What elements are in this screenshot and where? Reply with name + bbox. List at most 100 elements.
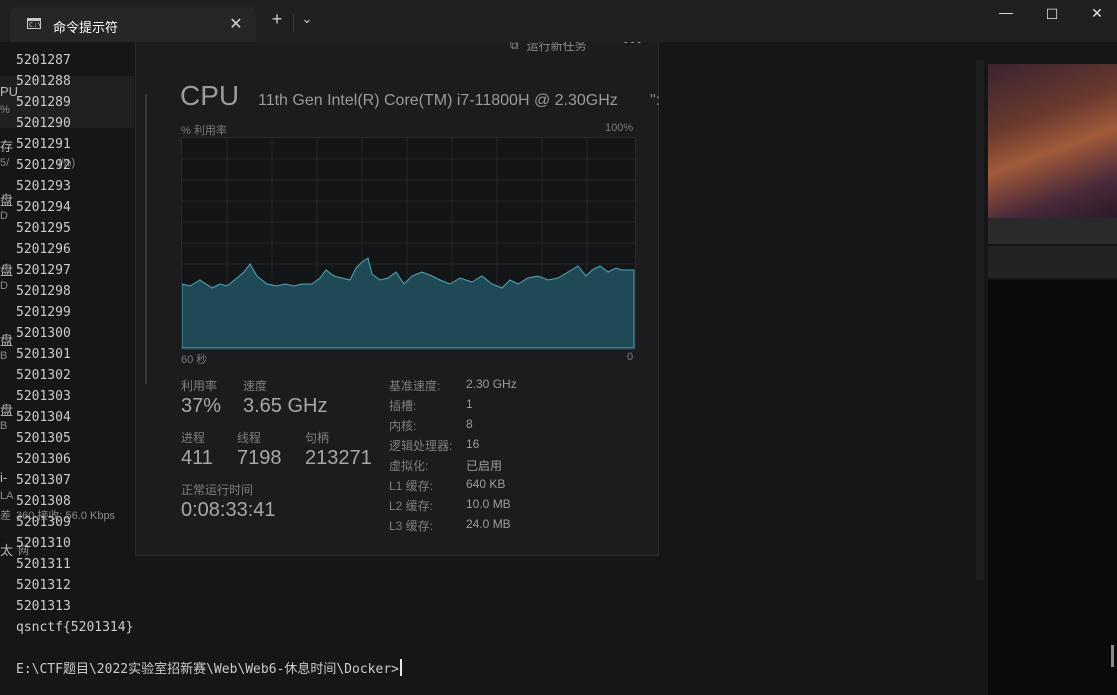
graph-x-left: 60 秒 <box>181 354 208 366</box>
task-manager-divider <box>145 94 147 384</box>
spec-key: 虚拟化: <box>389 459 429 473</box>
terminal-line: 5201310 <box>16 536 71 551</box>
spec-value: 24.0 MB <box>466 517 511 531</box>
spec-key: 逻辑处理器: <box>389 439 453 453</box>
tab-separator <box>293 14 294 32</box>
terminal-line: 5201298 <box>16 284 71 299</box>
terminal-line: 5201301 <box>16 347 71 362</box>
terminal-line: 5201287 <box>16 53 71 68</box>
tab-title: 命令提示符 <box>53 20 119 35</box>
sidebar-fragment: LA <box>0 490 14 502</box>
background-partial-text: ": <box>650 92 661 109</box>
spec-key: L2 缓存: <box>389 499 434 513</box>
terminal-line: 5201306 <box>16 452 71 467</box>
maximize-button[interactable]: ☐ <box>1032 6 1072 23</box>
thread-label: 线程 <box>237 431 262 445</box>
terminal-prompt-line[interactable]: E:\CTF题目\2022实验室招新赛\Web\Web6-休息时间\Docker… <box>16 659 402 680</box>
scrollbar-thumb[interactable] <box>1111 645 1114 667</box>
terminal-line: 5201312 <box>16 578 71 593</box>
spec-value: 10.0 MB <box>466 497 511 511</box>
terminal-line: 5201289 <box>16 95 71 110</box>
background-panel <box>988 218 1117 244</box>
uptime-label: 正常运行时间 <box>181 483 254 497</box>
terminal-line: 5201308 <box>16 494 71 509</box>
sidebar-fragment: 盘 <box>0 263 14 278</box>
spec-key: L1 缓存: <box>389 479 434 493</box>
cmd-icon: C:\ <box>27 18 42 29</box>
spec-key: 插槽: <box>389 399 417 413</box>
sidebar-fragment: D <box>0 210 8 222</box>
spec-value: 1 <box>466 397 473 411</box>
spec-value: 2.30 GHz <box>466 377 517 391</box>
speed-value: 3.65 GHz <box>243 395 328 417</box>
thread-value: 7198 <box>237 447 282 469</box>
sidebar-fragment: i- <box>0 470 8 485</box>
handle-value: 213271 <box>305 447 372 469</box>
terminal-line: 5201291 <box>16 137 71 152</box>
background-image <box>988 64 1117 218</box>
terminal-line: 5201295 <box>16 221 71 236</box>
uptime-value: 0:08:33:41 <box>181 499 276 521</box>
terminal-line: 5201300 <box>16 326 71 341</box>
cpu-title: CPU <box>180 80 240 111</box>
sidebar-fragment: 太 <box>0 543 14 558</box>
terminal-line: 5201288 <box>16 74 71 89</box>
spec-value: 已启用 <box>466 459 503 473</box>
terminal-line: 5201299 <box>16 305 71 320</box>
sidebar-fragment: D <box>0 280 8 292</box>
background-panel <box>988 280 1117 695</box>
graph-x-right: 0 <box>627 351 634 363</box>
cpu-utilization-graph <box>181 137 636 350</box>
graph-ylabel: % 利用率 <box>181 125 227 137</box>
terminal-line: 5201297 <box>16 263 71 278</box>
sidebar-fragment: B <box>0 420 8 432</box>
proc-value: 411 <box>181 447 213 469</box>
spec-value: 640 KB <box>466 477 506 491</box>
sidebar-fragment: 存 <box>0 139 14 154</box>
terminal-line: 5201304 <box>16 410 71 425</box>
sidebar-fragment: 盘 <box>0 193 14 208</box>
terminal-line: qsnctf{5201314} <box>16 620 134 635</box>
proc-label: 进程 <box>181 431 206 445</box>
terminal-tab-bar: C:\ 命令提示符 ✕ + ⌄ — ☐ ✕ <box>0 0 1117 42</box>
terminal-line: 5201290 <box>16 116 71 131</box>
terminal-line: 5201309 <box>16 515 71 530</box>
chevron-down-icon[interactable]: ⌄ <box>298 11 316 27</box>
graph-ymax: 100% <box>605 122 634 134</box>
terminal-line: 5201303 <box>16 389 71 404</box>
new-tab-button[interactable]: + <box>266 9 288 30</box>
sidebar-fragment: 5/ <box>0 157 10 169</box>
background-panel <box>988 246 1117 278</box>
terminal-line: 5201313 <box>16 599 71 614</box>
spec-key: 内核: <box>389 419 417 433</box>
sidebar-fragment: 盘 <box>0 403 14 418</box>
close-window-button[interactable]: ✕ <box>1077 5 1117 22</box>
terminal-prompt: E:\CTF题目\2022实验室招新赛\Web\Web6-休息时间\Docker… <box>16 662 399 677</box>
sidebar-fragment: 差 <box>0 510 11 522</box>
sidebar-fragment: 盘 <box>0 333 14 348</box>
terminal-line: 5201296 <box>16 242 71 257</box>
terminal-line: 5201293 <box>16 179 71 194</box>
speed-label: 速度 <box>243 379 268 393</box>
cpu-model: 11th Gen Intel(R) Core(TM) i7-11800H @ 2… <box>258 92 618 109</box>
close-tab-icon[interactable]: ✕ <box>226 14 246 34</box>
cpu-usage-area <box>181 257 635 349</box>
spec-value: 8 <box>466 417 473 431</box>
spec-value: 16 <box>466 437 480 451</box>
terminal-line: 5201305 <box>16 431 71 446</box>
background-divider <box>976 60 984 580</box>
handle-label: 句柄 <box>305 431 330 445</box>
minimize-button[interactable]: — <box>986 4 1026 20</box>
sidebar-fragment: % <box>0 104 10 116</box>
util-label: 利用率 <box>181 379 218 393</box>
terminal-line: 5201294 <box>16 200 71 215</box>
tab-cmd[interactable]: C:\ 命令提示符 ✕ <box>10 7 256 42</box>
terminal-line: 5201302 <box>16 368 71 383</box>
sidebar-fragment: B <box>0 350 8 362</box>
util-value: 37% <box>181 395 222 417</box>
cpu-graph-svg <box>181 138 635 349</box>
text-cursor <box>399 659 402 676</box>
spec-key: 基准速度: <box>389 379 441 393</box>
terminal-line: 5201307 <box>16 473 71 488</box>
spec-key: L3 缓存: <box>389 519 434 533</box>
